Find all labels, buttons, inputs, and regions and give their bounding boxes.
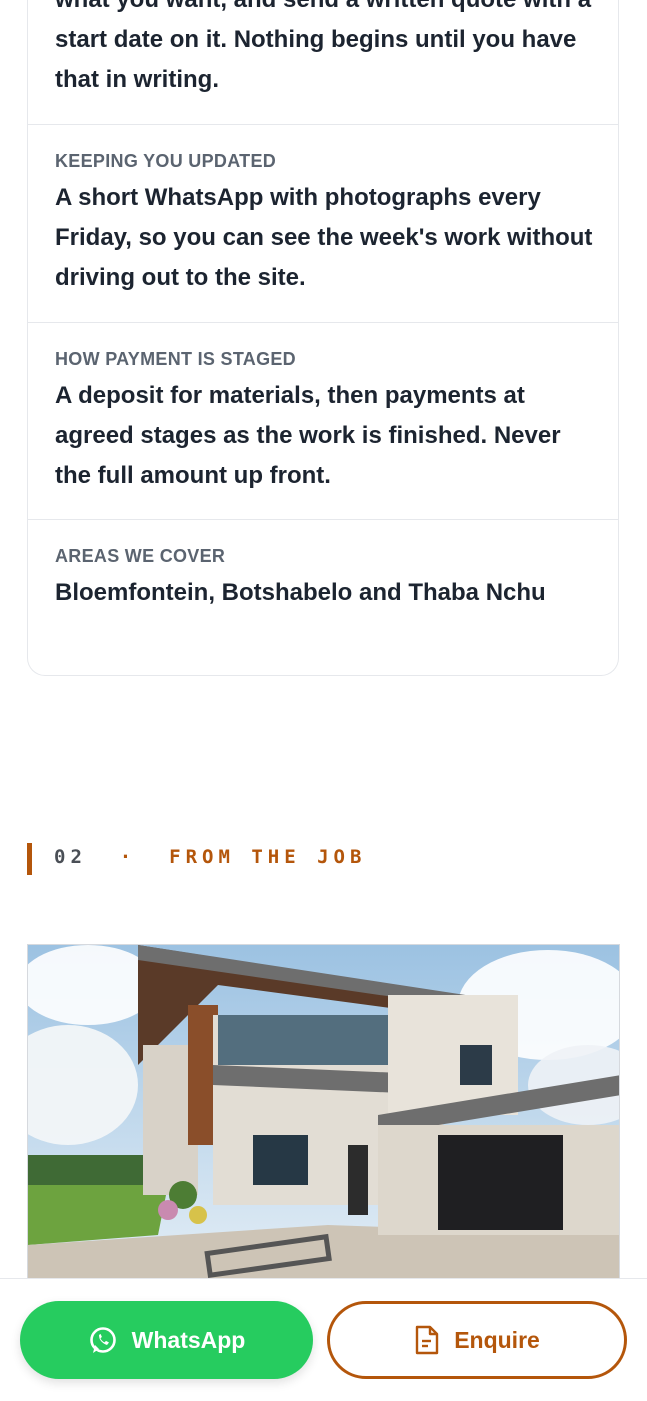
row-label-areas: AREAS WE COVER (55, 546, 226, 566)
bottom-action-bar: WhatsApp Enquire (0, 1278, 647, 1401)
row-text-updates: A short WhatsApp with photographs every … (55, 184, 593, 291)
section-title: FROM THE JOB (169, 846, 367, 868)
row-divider (28, 124, 618, 125)
whatsapp-icon (89, 1327, 116, 1353)
row-text-areas: Bloemfontein, Botshabelo and Thaba Nchu (55, 579, 546, 606)
info-card: what you want, and send a written quote … (27, 0, 619, 676)
modern-house-photo-icon (28, 945, 619, 1279)
whatsapp-label: WhatsApp (131, 1326, 246, 1353)
enquire-button[interactable]: Enquire (327, 1301, 627, 1379)
row-label-updates: KEEPING YOU UPDATED (55, 151, 277, 171)
document-icon (415, 1325, 439, 1355)
row-divider (28, 519, 618, 520)
row-text-payment: A deposit for materials, then payments a… (55, 382, 561, 489)
row-label-payment: HOW PAYMENT IS STAGED (55, 349, 296, 369)
section-separator: · (119, 846, 137, 868)
section-eyebrow: 02 · FROM THE JOB (54, 846, 366, 868)
row-divider (28, 322, 618, 323)
section-accent-bar (27, 843, 32, 875)
section-number: 02 (54, 846, 87, 868)
job-photo[interactable] (27, 944, 620, 1280)
whatsapp-button[interactable]: WhatsApp (20, 1301, 313, 1379)
enquire-label: Enquire (454, 1326, 540, 1353)
first-row-text: what you want, and send a written quote … (55, 0, 591, 93)
